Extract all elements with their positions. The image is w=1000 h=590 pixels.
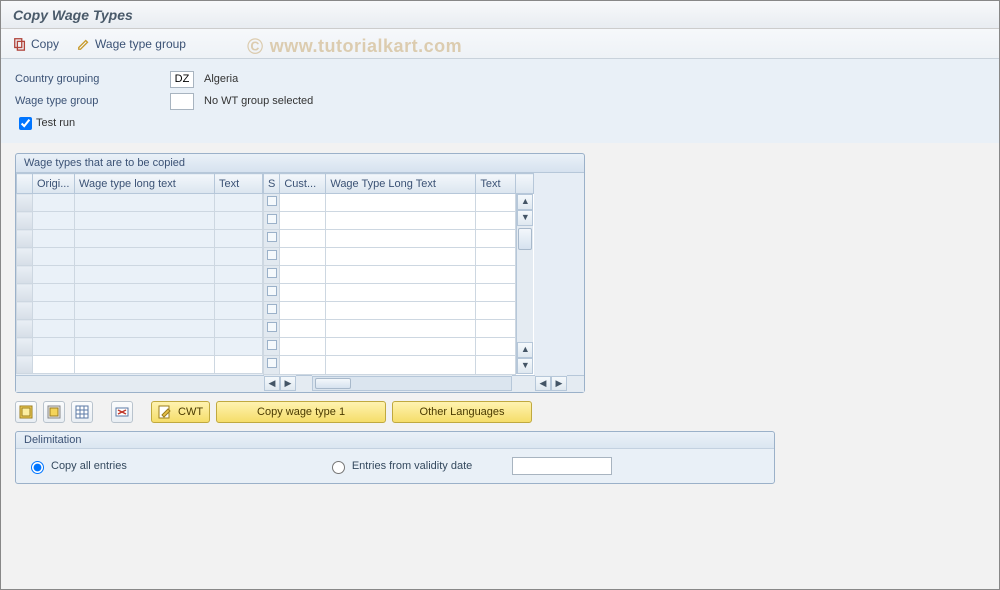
table-row[interactable] (264, 266, 534, 284)
table-config-button[interactable] (516, 174, 534, 194)
copy-wage-type-1-button[interactable]: Copy wage type 1 (216, 401, 386, 423)
copy-button[interactable]: Copy (13, 37, 59, 51)
table-row[interactable] (17, 338, 263, 356)
left-scroll-right-button[interactable]: ▶ (280, 376, 296, 391)
copy-label: Copy (31, 37, 59, 51)
table-row[interactable] (17, 230, 263, 248)
cwt-button[interactable]: CWT (151, 401, 210, 423)
delimitation-panel: Delimitation Copy all entries Entries fr… (15, 431, 775, 484)
table-row[interactable] (264, 338, 534, 356)
test-run-checkbox[interactable] (19, 117, 32, 130)
table-row[interactable] (17, 302, 263, 320)
col-text-2[interactable]: Text (476, 174, 516, 194)
delete-row-button[interactable] (111, 401, 133, 423)
table-row[interactable] (264, 302, 534, 320)
wage-types-grid-left[interactable]: Origi... Wage type long text Text (16, 173, 263, 374)
validity-date-field[interactable] (512, 457, 612, 475)
entries-from-date-label: Entries from validity date (352, 460, 472, 472)
country-grouping-label: Country grouping (15, 73, 170, 85)
page-title: Copy Wage Types (1, 1, 999, 29)
copy-all-entries-radio-input[interactable] (31, 461, 44, 474)
wage-types-table-title: Wage types that are to be copied (16, 154, 584, 173)
wage-type-group-text: No WT group selected (204, 95, 313, 107)
table-settings-button[interactable] (71, 401, 93, 423)
table-row[interactable]: ▲ ▼ ▲ ▼ (264, 194, 534, 212)
select-all-button[interactable] (15, 401, 37, 423)
col-s[interactable]: S (264, 174, 280, 194)
delimitation-title: Delimitation (16, 432, 774, 449)
table-row[interactable] (17, 266, 263, 284)
col-wt-long-text[interactable]: Wage type long text (75, 174, 215, 194)
scroll-up-button[interactable]: ▲ (517, 194, 533, 210)
table-row[interactable] (17, 320, 263, 338)
country-code-field[interactable] (170, 71, 194, 88)
deselect-all-button[interactable] (43, 401, 65, 423)
table-row[interactable] (17, 356, 263, 374)
selection-form: Country grouping Algeria Wage type group… (1, 59, 999, 143)
wage-type-group-button[interactable]: Wage type group (77, 37, 186, 51)
copy-all-entries-label: Copy all entries (51, 460, 127, 472)
col-text[interactable]: Text (215, 174, 263, 194)
table-row[interactable] (264, 284, 534, 302)
scroll-down-step-button[interactable]: ▼ (517, 210, 533, 226)
copy-icon (13, 37, 27, 51)
left-scroll-left-button[interactable]: ◀ (264, 376, 280, 391)
copy-wage-type-1-label: Copy wage type 1 (257, 406, 345, 418)
cwt-label: CWT (178, 406, 203, 418)
scroll-up-step-button[interactable]: ▲ (517, 342, 533, 358)
action-button-row: CWT Copy wage type 1 Other Languages (15, 401, 985, 423)
toolbar: Copy Wage type group (1, 29, 999, 59)
table-row[interactable] (264, 320, 534, 338)
delete-row-icon (115, 405, 129, 419)
table-row[interactable] (264, 356, 534, 374)
grid-icon (75, 405, 89, 419)
wage-type-group-label: Wage type group (95, 37, 186, 51)
edit-list-icon (158, 405, 172, 419)
table-row[interactable] (17, 284, 263, 302)
wage-types-grid-right[interactable]: S Cust... Wage Type Long Text Text ▲ ▼ ▲… (263, 173, 534, 375)
table-row[interactable] (17, 248, 263, 266)
wage-type-group-field-label: Wage type group (15, 95, 170, 107)
col-cust[interactable]: Cust... (280, 174, 326, 194)
table-row[interactable] (264, 230, 534, 248)
right-scroll-right-button[interactable]: ▶ (551, 376, 567, 391)
entries-from-date-radio-input[interactable] (332, 461, 345, 474)
other-languages-label: Other Languages (420, 406, 505, 418)
table-row[interactable] (17, 194, 263, 212)
deselect-all-icon (47, 405, 61, 419)
scroll-down-button[interactable]: ▼ (517, 358, 533, 374)
wage-type-group-field[interactable] (170, 93, 194, 110)
horizontal-scrollbar[interactable] (312, 376, 512, 391)
entries-from-date-radio[interactable]: Entries from validity date (327, 458, 472, 474)
col-origi[interactable]: Origi... (33, 174, 75, 194)
country-name-text: Algeria (204, 73, 238, 85)
right-scroll-left-button[interactable]: ◀ (535, 376, 551, 391)
copy-all-entries-radio[interactable]: Copy all entries (26, 458, 127, 474)
test-run-label: Test run (36, 117, 75, 129)
table-row[interactable] (264, 212, 534, 230)
col-wt-long-text-2[interactable]: Wage Type Long Text (326, 174, 476, 194)
vertical-scrollbar[interactable] (517, 226, 533, 342)
table-row[interactable] (17, 212, 263, 230)
select-all-icon (19, 405, 33, 419)
pencil-icon (77, 37, 91, 51)
table-row[interactable] (264, 248, 534, 266)
other-languages-button[interactable]: Other Languages (392, 401, 532, 423)
wage-types-table-panel: Wage types that are to be copied Origi..… (15, 153, 585, 393)
